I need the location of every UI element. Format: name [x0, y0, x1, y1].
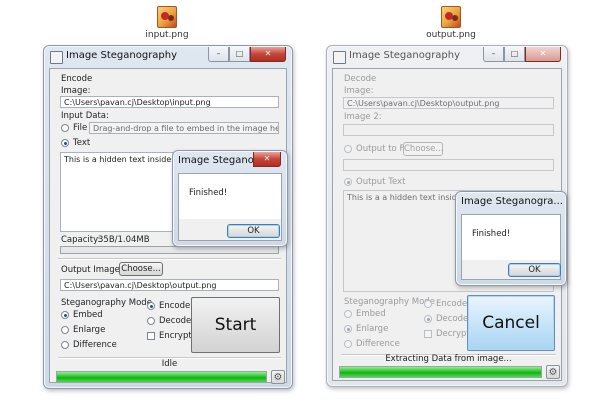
dialog-client: Finished! OK	[461, 214, 561, 280]
progress-bar-fill	[57, 372, 266, 382]
dialog-message: Finished!	[472, 229, 511, 239]
status-text: Extracting Data from image...	[385, 354, 512, 364]
output-to-file-radio[interactable]	[344, 145, 352, 153]
image2-field[interactable]	[343, 124, 554, 136]
output-image-label: Output Image:	[61, 265, 123, 275]
section-title: Encode	[61, 74, 93, 84]
title-bar[interactable]: Image Steganography – □ ✕	[44, 46, 292, 68]
text-radio[interactable]	[61, 139, 69, 147]
finished-dialog: Image Steganogra... ✕ Finished! OK	[172, 150, 288, 247]
image-path-field[interactable]: C:\Users\pavan.cj\Desktop\input.png	[60, 96, 279, 108]
choose-output-button[interactable]: Choose...	[119, 262, 163, 276]
output-path-field[interactable]: C:\Users\pavan.cj\Desktop\output.png	[60, 279, 279, 291]
decode-radio[interactable]	[147, 317, 155, 325]
cancel-button[interactable]: Cancel	[467, 295, 555, 351]
difference-label: Difference	[356, 339, 400, 349]
mode-label: Steganography Mode	[344, 297, 435, 307]
capacity-value: 35B/1.04MB	[98, 235, 150, 245]
input-file-label: input.png	[145, 30, 189, 40]
progress-bar	[56, 371, 267, 383]
choose-button[interactable]: Choose...	[403, 142, 444, 156]
difference-radio[interactable]	[344, 340, 352, 348]
mode-label: Steganography Mode	[61, 298, 152, 308]
section-title: Decode	[344, 74, 377, 84]
enlarge-label: Enlarge	[356, 324, 389, 334]
dialog-client: Finished! OK	[178, 173, 282, 241]
embed-radio[interactable]	[61, 311, 69, 319]
difference-label: Difference	[73, 340, 117, 350]
output-text-label: Output Text	[356, 177, 406, 187]
dialog-title-bar[interactable]: Image Steganogra... ✕	[173, 151, 287, 173]
file-radio-label: File	[73, 123, 88, 133]
file-radio[interactable]	[61, 124, 69, 132]
input-data-label: Input Data:	[61, 111, 109, 121]
progress-bar-fill	[340, 367, 541, 377]
decrypt-label: Decrypt	[436, 329, 470, 339]
image-file-icon	[441, 6, 461, 28]
text-radio-label: Text	[73, 138, 91, 148]
encrypt-checkbox[interactable]	[147, 332, 155, 340]
status-text: Idle	[161, 359, 178, 369]
dialog-close-button[interactable]: ✕	[253, 152, 281, 167]
file-drop-field[interactable]: Drag-and-drop a file to embed in the ima…	[89, 122, 279, 134]
window-title: Image Steganography	[349, 50, 461, 61]
decode-radio[interactable]	[424, 315, 432, 323]
progress-bar	[339, 366, 542, 378]
minimize-button[interactable]: –	[483, 47, 504, 62]
dialog-ok-button[interactable]: OK	[227, 224, 280, 238]
enlarge-radio[interactable]	[61, 326, 69, 334]
maximize-button[interactable]: □	[504, 47, 525, 62]
app-icon	[333, 51, 346, 64]
encode-label: Encode	[159, 301, 191, 311]
start-button[interactable]: Start	[191, 297, 280, 353]
encode-radio[interactable]	[147, 302, 155, 310]
dialog-message: Finished!	[189, 188, 228, 198]
input-file-icon[interactable]: input.png	[127, 6, 207, 40]
image-label: Image:	[61, 86, 91, 96]
embed-label: Embed	[73, 310, 103, 320]
enlarge-radio[interactable]	[344, 325, 352, 333]
dialog-title-bar[interactable]: Image Steganogra...	[456, 192, 566, 214]
capacity-bar	[60, 246, 279, 254]
encode-label: Encode	[436, 299, 468, 309]
decode-label: Decode	[159, 316, 192, 326]
image-path-field[interactable]: C:\Users\pavan.cj\Desktop\output.png	[343, 97, 554, 109]
embed-label: Embed	[356, 309, 386, 319]
enlarge-label: Enlarge	[73, 325, 106, 335]
finished-dialog: Image Steganogra... Finished! OK	[455, 191, 567, 286]
output-text-radio[interactable]	[344, 178, 352, 186]
image2-label: Image 2:	[344, 112, 382, 122]
divider	[58, 258, 281, 260]
output-file-field[interactable]	[343, 159, 554, 171]
minimize-button[interactable]: –	[208, 47, 229, 62]
app-icon	[50, 51, 63, 64]
output-file-icon[interactable]: output.png	[411, 6, 491, 40]
decrypt-checkbox[interactable]	[424, 330, 432, 338]
encode-radio[interactable]	[424, 300, 432, 308]
settings-gear-icon[interactable]: ⚙	[271, 370, 285, 384]
decode-label: Decode	[436, 314, 469, 324]
dialog-ok-button[interactable]: OK	[508, 263, 561, 277]
close-button[interactable]: ✕	[250, 47, 286, 62]
dialog-title: Image Steganogra...	[461, 196, 563, 207]
encrypt-label: Encrypt	[159, 331, 192, 341]
capacity-label: Capacity:	[61, 235, 101, 245]
maximize-button[interactable]: □	[229, 47, 250, 62]
image-file-icon	[157, 6, 177, 28]
difference-radio[interactable]	[61, 341, 69, 349]
title-bar[interactable]: Image Steganography – □ ✕	[327, 46, 567, 68]
window-title: Image Steganography	[66, 50, 178, 61]
settings-gear-icon[interactable]: ⚙	[546, 365, 560, 379]
close-button[interactable]: ✕	[525, 47, 561, 62]
embed-radio[interactable]	[344, 310, 352, 318]
image-label: Image:	[344, 86, 374, 96]
output-file-label: output.png	[426, 30, 476, 40]
